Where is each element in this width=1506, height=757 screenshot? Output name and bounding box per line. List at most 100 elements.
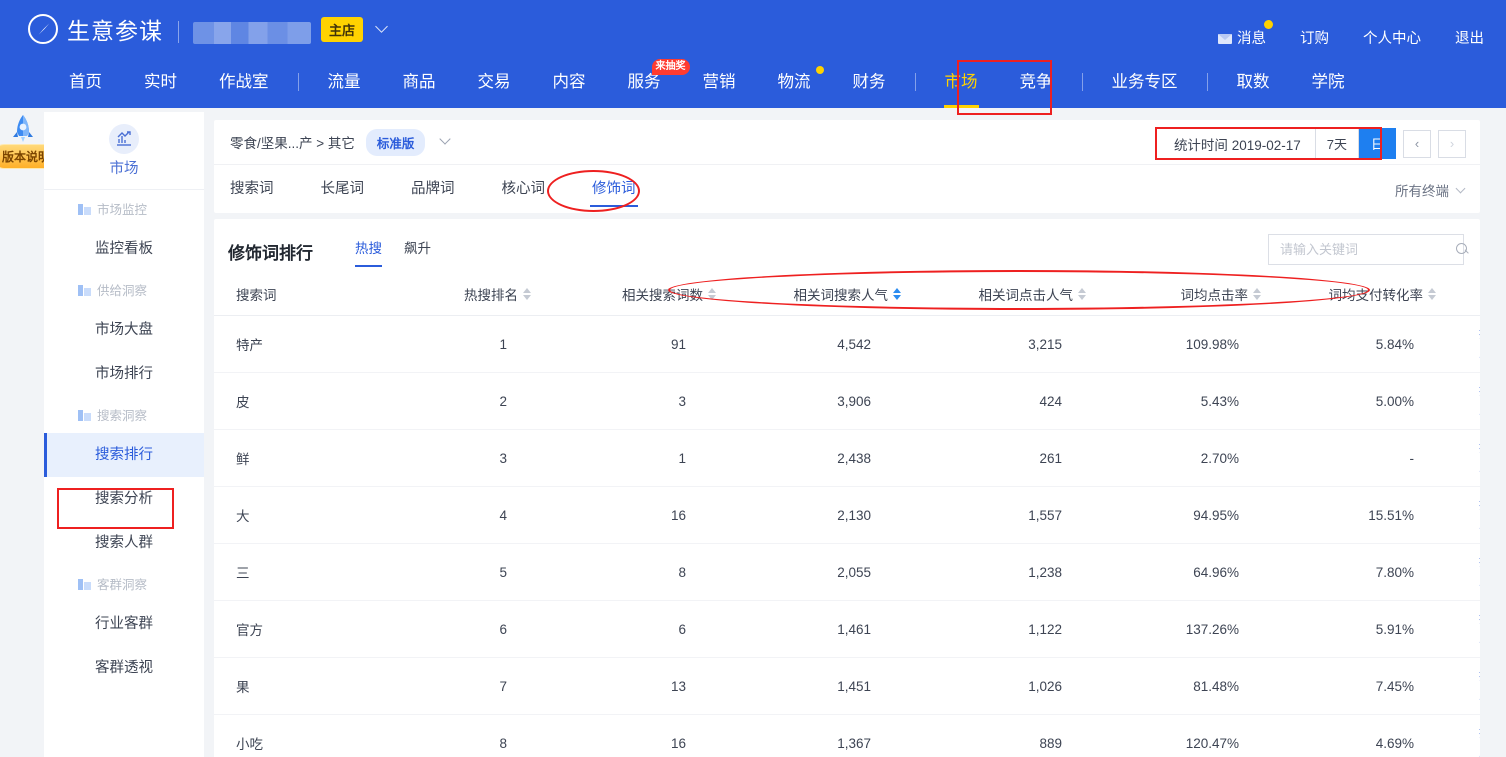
sidebar-item-搜索分析[interactable]: 搜索分析 bbox=[44, 477, 204, 521]
nav-item-18[interactable]: 取数 bbox=[1216, 56, 1291, 108]
action-link-搜索分析[interactable]: 搜索分析 bbox=[1444, 382, 1480, 401]
sort-icon[interactable] bbox=[1428, 288, 1436, 300]
range-day-button[interactable]: 日 bbox=[1358, 128, 1396, 159]
logo-icon bbox=[28, 14, 58, 44]
nav-item-1[interactable]: 实时 bbox=[123, 56, 198, 108]
cell-search_pop: 1,461 bbox=[724, 600, 909, 658]
nav-item-2[interactable]: 作战室 bbox=[198, 56, 290, 108]
sidebar-item-label: 搜索分析 bbox=[95, 491, 153, 507]
header-link-messages[interactable]: 消息 bbox=[1218, 20, 1273, 48]
action-link-人群分析[interactable]: 人群分析 bbox=[1444, 629, 1480, 648]
cell-word: 果 bbox=[214, 657, 374, 715]
tab-brand-word[interactable]: 品牌词 bbox=[411, 165, 455, 213]
cell-word: 三 bbox=[214, 543, 374, 601]
tab-core-word[interactable]: 核心词 bbox=[502, 165, 546, 213]
cell-cvr: 5.91% bbox=[1269, 600, 1444, 658]
col-hot-rank[interactable]: 热搜排名 bbox=[374, 275, 539, 316]
col-related-word-count[interactable]: 相关搜索词数 bbox=[539, 275, 724, 316]
sidebar-item-监控看板[interactable]: 监控看板 bbox=[44, 227, 204, 271]
action-link-人群分析[interactable]: 人群分析 bbox=[1444, 344, 1480, 363]
breadcrumb[interactable]: 零食/坚果...产 > 其它 bbox=[230, 132, 355, 152]
chevron-down-icon[interactable] bbox=[439, 133, 452, 145]
nav-item-4[interactable]: 流量 bbox=[307, 56, 382, 108]
subtab-rising[interactable]: 飙升 bbox=[404, 237, 431, 265]
nav-item-0[interactable]: 首页 bbox=[48, 56, 123, 108]
action-link-人群分析[interactable]: 人群分析 bbox=[1444, 401, 1480, 420]
cell-rank: 4 bbox=[374, 486, 539, 544]
nav-item-13[interactable]: 市场 bbox=[924, 56, 999, 108]
nav-item-label: 流量 bbox=[327, 73, 361, 91]
group-icon bbox=[78, 202, 91, 215]
action-link-搜索分析[interactable]: 搜索分析 bbox=[1444, 439, 1480, 458]
app-root: 生意参谋 主店 消息 订购 个人中心 退出 首页 实时 作战室 流量 商品 交易 内容 服务来… bbox=[0, 0, 1506, 757]
cell-word: 鲜 bbox=[214, 429, 374, 487]
nav-divider bbox=[297, 73, 299, 91]
range-7days-button[interactable]: 7天 bbox=[1314, 128, 1359, 159]
rank-table: 搜索词 热搜排名 相关搜索词数 相关词搜索人气 相关词点击人气 词均点击率 词均… bbox=[214, 275, 1480, 757]
tab-search-word[interactable]: 搜索词 bbox=[230, 165, 274, 213]
action-link-搜索分析[interactable]: 搜索分析 bbox=[1444, 724, 1480, 743]
nav-item-8[interactable]: 服务 来抽奖 bbox=[607, 56, 690, 108]
nav-item-7[interactable]: 内容 bbox=[532, 56, 607, 108]
terminal-select[interactable]: 所有终端 bbox=[1395, 180, 1466, 200]
action-link-搜索分析[interactable]: 搜索分析 bbox=[1444, 496, 1480, 515]
action-link-搜索分析[interactable]: 搜索分析 bbox=[1444, 667, 1480, 686]
nav-item-5[interactable]: 商品 bbox=[382, 56, 457, 108]
search-input[interactable] bbox=[1280, 242, 1456, 257]
col-avg-pay-cvr[interactable]: 词均支付转化率 bbox=[1269, 275, 1444, 316]
sort-icon-active[interactable] bbox=[893, 288, 901, 300]
action-link-人群分析[interactable]: 人群分析 bbox=[1444, 458, 1480, 477]
brand-area: 生意参谋 主店 bbox=[28, 12, 388, 46]
prev-date-button[interactable]: ‹ bbox=[1403, 129, 1431, 158]
sort-icon[interactable] bbox=[1253, 288, 1261, 300]
cell-cvr: 15.51% bbox=[1269, 486, 1444, 544]
sidebar-item-行业客群[interactable]: 行业客群 bbox=[44, 602, 204, 646]
action-link-人群分析[interactable]: 人群分析 bbox=[1444, 686, 1480, 705]
sidebar-item-市场排行[interactable]: 市场排行 bbox=[44, 352, 204, 396]
nav-item-11[interactable]: 财务 bbox=[832, 56, 907, 108]
sidebar-item-搜索排行[interactable]: 搜索排行 bbox=[44, 433, 204, 477]
sidebar-item-客群透视[interactable]: 客群透视 bbox=[44, 646, 204, 690]
sidebar-item-市场大盘[interactable]: 市场大盘 bbox=[44, 308, 204, 352]
nav-item-14[interactable]: 竞争 bbox=[999, 56, 1074, 108]
sort-icon[interactable] bbox=[708, 288, 716, 300]
chevron-down-icon bbox=[1455, 183, 1466, 193]
action-link-人群分析[interactable]: 人群分析 bbox=[1444, 515, 1480, 534]
header-link-account[interactable]: 个人中心 bbox=[1363, 27, 1421, 48]
cell-cvr: 7.80% bbox=[1269, 543, 1444, 601]
nav-item-19[interactable]: 学院 bbox=[1291, 56, 1366, 108]
col-label: 热搜排名 bbox=[464, 288, 518, 303]
rocket-icon[interactable] bbox=[10, 114, 36, 148]
action-link-搜索分析[interactable]: 搜索分析 bbox=[1444, 325, 1480, 344]
version-pill[interactable]: 标准版 bbox=[365, 128, 426, 156]
nav-item-16[interactable]: 业务专区 bbox=[1091, 56, 1199, 108]
action-link-搜索分析[interactable]: 搜索分析 bbox=[1444, 610, 1480, 629]
header-link-messages-label: 消息 bbox=[1237, 31, 1266, 47]
subtab-hot-search[interactable]: 热搜 bbox=[355, 237, 382, 267]
nav-item-9[interactable]: 营销 bbox=[682, 56, 757, 108]
sidebar-item-搜索人群[interactable]: 搜索人群 bbox=[44, 521, 204, 565]
col-related-search-popularity[interactable]: 相关词搜索人气 bbox=[724, 275, 909, 316]
action-link-人群分析[interactable]: 人群分析 bbox=[1444, 743, 1480, 757]
action-link-人群分析[interactable]: 人群分析 bbox=[1444, 572, 1480, 591]
col-related-click-popularity[interactable]: 相关词点击人气 bbox=[909, 275, 1094, 316]
header-link-orders[interactable]: 订购 bbox=[1300, 27, 1329, 48]
col-avg-ctr[interactable]: 词均点击率 bbox=[1094, 275, 1269, 316]
action-link-搜索分析[interactable]: 搜索分析 bbox=[1444, 553, 1480, 572]
tab-long-tail-word[interactable]: 长尾词 bbox=[321, 165, 365, 213]
col-operations: 操作 bbox=[1444, 275, 1480, 316]
keyword-search-box[interactable] bbox=[1268, 234, 1467, 265]
sort-icon[interactable] bbox=[523, 288, 531, 300]
tab-modifier-word[interactable]: 修饰词 bbox=[590, 165, 637, 213]
top-header: 生意参谋 主店 消息 订购 个人中心 退出 bbox=[0, 0, 1506, 56]
sort-icon[interactable] bbox=[1078, 288, 1086, 300]
nav-item-6[interactable]: 交易 bbox=[457, 56, 532, 108]
sidebar-group-3: 客群洞察 bbox=[44, 565, 204, 602]
next-date-button[interactable]: › bbox=[1438, 129, 1466, 158]
sidebar-item-label: 市场大盘 bbox=[95, 322, 153, 338]
search-icon[interactable] bbox=[1456, 243, 1469, 256]
col-search-word: 搜索词 bbox=[214, 275, 374, 316]
header-link-logout[interactable]: 退出 bbox=[1455, 27, 1484, 48]
nav-item-10[interactable]: 物流 bbox=[757, 56, 832, 108]
chevron-down-icon[interactable] bbox=[375, 19, 388, 33]
